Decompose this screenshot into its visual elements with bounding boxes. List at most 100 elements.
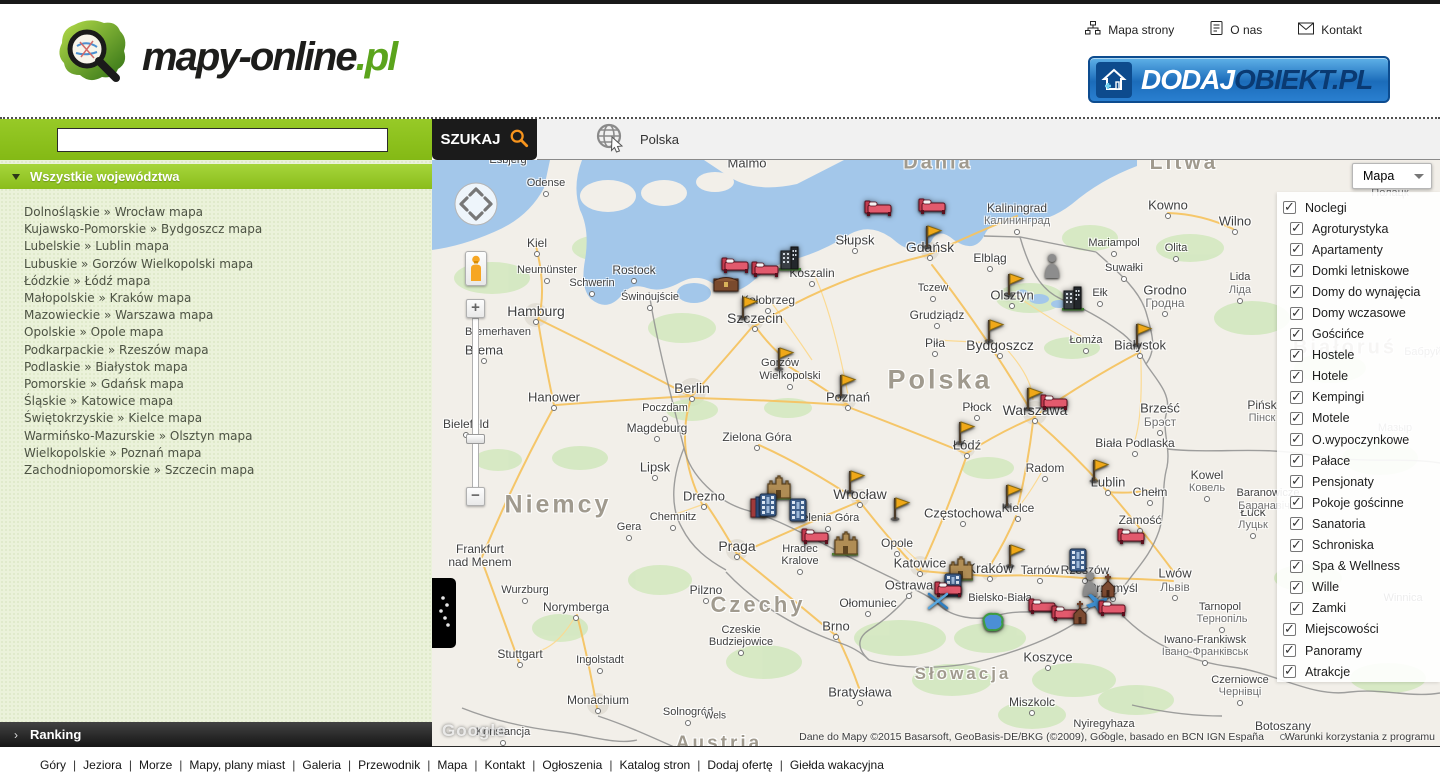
checkbox[interactable]: [1290, 517, 1303, 530]
search-input[interactable]: [57, 128, 388, 152]
zoom-slider-track[interactable]: [472, 318, 479, 488]
building-marker-icon[interactable]: [1061, 285, 1085, 311]
filter-label[interactable]: Miejscowości: [1305, 622, 1379, 636]
filter-label[interactable]: Domy do wynajęcia: [1312, 285, 1420, 299]
checkbox[interactable]: [1290, 454, 1303, 467]
filter-label[interactable]: O.wypoczynkowe: [1312, 433, 1409, 447]
person-marker-icon[interactable]: [1042, 252, 1062, 278]
footer-link[interactable]: Kontakt: [484, 758, 525, 772]
checkbox[interactable]: [1290, 222, 1303, 235]
footer-link[interactable]: Dodaj ofertę: [707, 758, 772, 772]
footer-link[interactable]: Jeziora: [83, 758, 122, 772]
footer-link[interactable]: Galeria: [302, 758, 341, 772]
voivodeship-link[interactable]: Lubuskie » Gorzów Wielkopolski mapa: [24, 256, 432, 273]
bed-marker-icon[interactable]: [800, 525, 830, 545]
checkbox[interactable]: [1290, 496, 1303, 509]
checkbox[interactable]: [1290, 475, 1303, 488]
footer-link[interactable]: Giełda wakacyjna: [790, 758, 884, 772]
flag-marker-icon[interactable]: [1003, 541, 1027, 569]
map-terms-link[interactable]: Warunki korzystania z programu: [1285, 731, 1435, 743]
flag-marker-icon[interactable]: [920, 222, 944, 250]
footer-link[interactable]: Ogłoszenia: [542, 758, 602, 772]
filter-label[interactable]: Sanatoria: [1312, 517, 1366, 531]
bed-marker-icon[interactable]: [1097, 597, 1127, 617]
checkbox[interactable]: [1290, 328, 1303, 341]
checkbox[interactable]: [1283, 201, 1296, 214]
zoom-out-button[interactable]: −: [466, 487, 485, 506]
checkbox[interactable]: [1290, 581, 1303, 594]
map-canvas[interactable]: DaniaLitwaPolskaNiemcyCzechySłowacjaAust…: [432, 160, 1440, 747]
checkbox[interactable]: [1290, 370, 1303, 383]
flag-marker-icon[interactable]: [772, 344, 796, 372]
filter-label[interactable]: Apartamenty: [1312, 243, 1383, 257]
pegman-street-view[interactable]: [465, 251, 487, 286]
voivodeship-link[interactable]: Pomorskie » Gdańsk mapa: [24, 376, 432, 393]
bed-marker-icon[interactable]: [1116, 525, 1146, 545]
bed-marker-icon[interactable]: [863, 197, 893, 217]
checkbox[interactable]: [1290, 307, 1303, 320]
flag-marker-icon[interactable]: [834, 371, 858, 399]
flag-marker-icon[interactable]: [953, 418, 977, 446]
voivodeship-link[interactable]: Zachodniopomorskie » Szczecin mapa: [24, 462, 432, 479]
filter-label[interactable]: Pałace: [1312, 454, 1350, 468]
filter-label[interactable]: Pokoje gościnne: [1312, 496, 1404, 510]
lake-marker-icon[interactable]: [980, 611, 1006, 633]
filter-label[interactable]: Schroniska: [1312, 538, 1374, 552]
checkbox[interactable]: [1290, 560, 1303, 573]
film-marker-icon[interactable]: [757, 492, 779, 518]
map-pan-control[interactable]: [453, 181, 499, 227]
ski-marker-icon[interactable]: [927, 590, 949, 612]
voivodeship-link[interactable]: Świętokrzyskie » Kielce mapa: [24, 410, 432, 427]
voivodeship-link[interactable]: Dolnośląskie » Wrocław mapa: [24, 204, 432, 221]
checkbox[interactable]: [1290, 539, 1303, 552]
footer-link[interactable]: Przewodnik: [358, 758, 420, 772]
footer-link[interactable]: Mapa: [437, 758, 467, 772]
voivodeship-link[interactable]: Małopolskie » Kraków mapa: [24, 290, 432, 307]
checkbox[interactable]: [1283, 665, 1296, 678]
filter-label[interactable]: Panoramy: [1305, 644, 1362, 658]
ranking-header[interactable]: › Ranking: [0, 722, 432, 747]
nav-contact-link[interactable]: Kontakt: [1298, 21, 1362, 38]
checkbox[interactable]: [1283, 623, 1296, 636]
checkbox[interactable]: [1290, 433, 1303, 446]
bed-marker-icon[interactable]: [917, 195, 947, 215]
checkbox[interactable]: [1290, 349, 1303, 362]
flag-marker-icon[interactable]: [736, 293, 760, 321]
voivodeships-header[interactable]: Wszystkie województwa: [0, 164, 432, 189]
nav-sitemap-link[interactable]: Mapa strony: [1085, 21, 1174, 38]
site-logo[interactable]: mapy-online.pl: [52, 16, 396, 99]
voivodeship-link[interactable]: Podlaskie » Białystok mapa: [24, 359, 432, 376]
filter-label[interactable]: Kempingi: [1312, 390, 1364, 404]
footer-link[interactable]: Katalog stron: [619, 758, 690, 772]
search-button[interactable]: SZUKAJ: [432, 119, 537, 160]
dodaj-obiekt-banner[interactable]: DODAJOBIEKT.PL: [1088, 56, 1390, 103]
bed-marker-icon[interactable]: [750, 258, 780, 278]
map-type-dropdown[interactable]: Mapa: [1352, 163, 1432, 189]
footer-link[interactable]: Góry: [40, 758, 66, 772]
flag-marker-icon[interactable]: [1002, 270, 1026, 298]
voivodeship-link[interactable]: Łódzkie » Łódź mapa: [24, 273, 432, 290]
flag-marker-icon[interactable]: [982, 316, 1006, 344]
footer-link[interactable]: Morze: [139, 758, 172, 772]
zoom-in-button[interactable]: +: [466, 299, 485, 318]
castle-marker-icon[interactable]: [831, 530, 859, 556]
voivodeship-link[interactable]: Śląskie » Katowice mapa: [24, 393, 432, 410]
flag-marker-icon[interactable]: [1130, 320, 1154, 348]
footer-link[interactable]: Mapy, plany miast: [189, 758, 285, 772]
zoom-slider-handle[interactable]: [466, 434, 485, 444]
region-selector[interactable]: Polska: [537, 119, 1440, 160]
checkbox[interactable]: [1290, 243, 1303, 256]
filter-label[interactable]: Motele: [1312, 411, 1350, 425]
filter-label[interactable]: Atrakcje: [1305, 665, 1350, 679]
voivodeship-link[interactable]: Kujawsko-Pomorskie » Bydgoszcz mapa: [24, 221, 432, 238]
voivodeship-link[interactable]: Warmińsko-Mazurskie » Olsztyn mapa: [24, 428, 432, 445]
bed-marker-icon[interactable]: [720, 254, 750, 274]
bed-marker-icon[interactable]: [1039, 391, 1069, 411]
nav-about-link[interactable]: O nas: [1210, 21, 1262, 38]
flag-marker-icon[interactable]: [888, 494, 912, 522]
voivodeship-link[interactable]: Lubelskie » Lublin mapa: [24, 238, 432, 255]
filter-label[interactable]: Spa & Wellness: [1312, 559, 1400, 573]
filter-label[interactable]: Noclegi: [1305, 201, 1347, 215]
filter-label[interactable]: Agroturystyka: [1312, 222, 1388, 236]
filter-label[interactable]: Hotele: [1312, 369, 1348, 383]
